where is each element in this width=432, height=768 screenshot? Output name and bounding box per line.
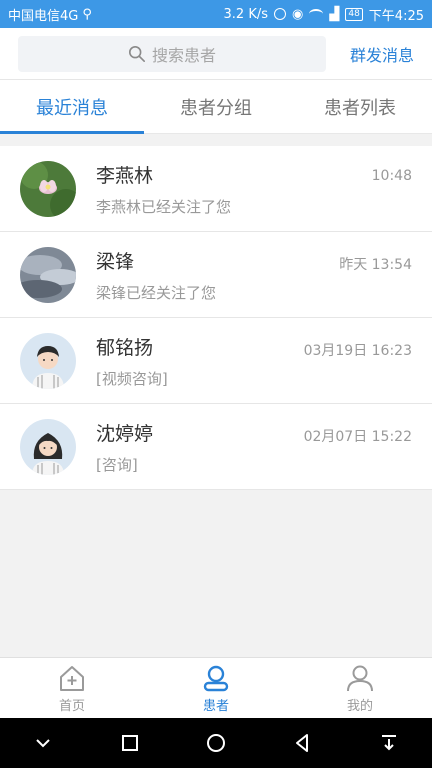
home-icon — [60, 665, 84, 691]
message-time: 昨天 13:54 — [339, 257, 412, 273]
search-icon — [128, 45, 145, 62]
tab-patient-groups[interactable]: 患者分组 — [144, 80, 288, 133]
wifi-icon — [309, 9, 324, 19]
search-placeholder: 搜索患者 — [151, 45, 216, 65]
recents-icon[interactable] — [119, 732, 141, 754]
tab-bar: 最近消息 患者分组 患者列表 — [0, 80, 432, 134]
network-speed: 3.2 K/s — [223, 6, 268, 22]
alarm-icon — [274, 8, 286, 20]
notification-pull-icon[interactable] — [378, 732, 400, 754]
usb-icon: ⚲ — [82, 6, 92, 22]
status-bar: 中国电信4G ⚲ 3.2 K/s ◉ ▟ 48 下午4:25 — [0, 0, 432, 28]
avatar — [20, 332, 76, 389]
avatar — [20, 160, 76, 217]
nav-home[interactable]: 首页 — [0, 658, 144, 718]
message-time: 10:48 — [371, 168, 412, 184]
message-item[interactable]: 郁铭扬 [视频咨询] 03月19日 16:23 — [0, 318, 432, 404]
nav-home-label: 首页 — [58, 698, 85, 714]
message-item[interactable]: 沈婷婷 [咨询] 02月07日 15:22 — [0, 404, 432, 490]
contact-name: 李燕林 — [96, 164, 154, 187]
user-icon — [347, 665, 373, 691]
home-circle-icon[interactable] — [205, 732, 227, 754]
nav-mine[interactable]: 我的 — [288, 658, 432, 718]
status-right: 3.2 K/s ◉ ▟ 48 下午4:25 — [224, 5, 424, 24]
broadcast-message-button[interactable]: 群发消息 — [350, 42, 414, 66]
signal-icon: ▟ — [329, 6, 340, 22]
search-input[interactable]: 搜索患者 — [18, 35, 326, 72]
avatar — [20, 418, 76, 475]
nav-mine-label: 我的 — [346, 698, 373, 714]
message-time: 02月07日 15:22 — [303, 429, 412, 445]
nav-patients-label: 患者 — [202, 698, 229, 714]
bottom-nav: 首页 患者 我的 — [0, 657, 432, 718]
carrier-info: 中国电信4G ⚲ — [8, 5, 224, 24]
message-time: 03月19日 16:23 — [303, 343, 412, 359]
top-header: 搜索患者 群发消息 — [0, 28, 432, 80]
message-preview: 李燕林已经关注了您 — [96, 197, 232, 216]
tab-recent-messages[interactable]: 最近消息 — [0, 80, 144, 134]
chevron-down-icon[interactable] — [32, 732, 54, 754]
message-item[interactable]: 李燕林 李燕林已经关注了您 10:48 — [0, 146, 432, 232]
eye-icon: ◉ — [292, 6, 304, 22]
nav-patients[interactable]: 患者 — [144, 658, 288, 718]
message-preview: 梁锋已经关注了您 — [96, 283, 217, 302]
message-list: 李燕林 李燕林已经关注了您 10:48 梁锋 梁锋已经关注了您 昨天 13:54 — [0, 146, 432, 490]
battery-icon: 48 — [345, 7, 363, 21]
tab-patient-list[interactable]: 患者列表 — [288, 80, 432, 133]
carrier-label: 中国电信4G — [8, 8, 79, 24]
back-icon[interactable] — [291, 732, 313, 754]
patient-icon — [203, 665, 229, 691]
message-item[interactable]: 梁锋 梁锋已经关注了您 昨天 13:54 — [0, 232, 432, 318]
message-preview: [咨询] — [96, 455, 138, 474]
avatar — [20, 246, 76, 303]
status-time: 下午4:25 — [368, 8, 424, 24]
system-nav-bar — [0, 718, 432, 768]
message-preview: [视频咨询] — [96, 369, 168, 388]
